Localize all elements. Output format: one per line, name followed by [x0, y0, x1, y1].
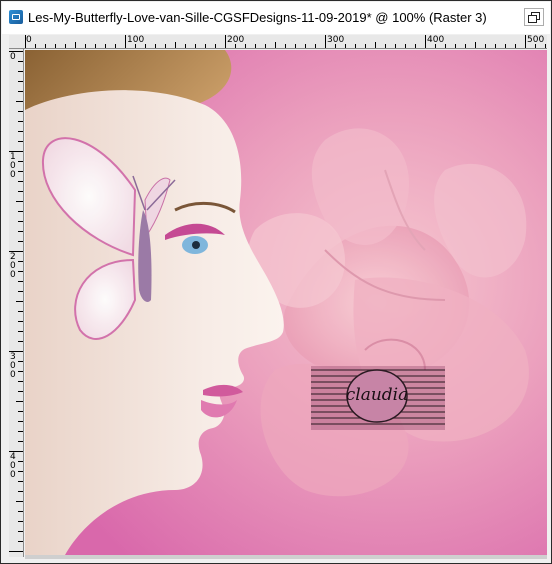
- horizontal-ruler: 0 100 200 300 400 500: [9, 35, 547, 49]
- h-ruler-label: 300: [327, 35, 345, 45]
- restore-button[interactable]: [524, 8, 544, 26]
- v-ruler-label: 400: [10, 452, 16, 480]
- h-ruler-label: 100: [127, 35, 145, 45]
- v-ruler-label: 100: [10, 152, 16, 180]
- watermark: claudia: [311, 366, 445, 430]
- title-bar[interactable]: Les-My-Butterfly-Love-van-Sille-CGSFDesi…: [2, 2, 550, 34]
- canvas-bottom-border: [25, 555, 547, 559]
- h-ruler-label: 0: [26, 35, 32, 45]
- image-window: Les-My-Butterfly-Love-van-Sille-CGSFDesi…: [0, 0, 552, 564]
- window-title: Les-My-Butterfly-Love-van-Sille-CGSFDesi…: [28, 10, 487, 25]
- v-ruler-label: 200: [10, 252, 16, 280]
- horizontal-ruler-ticks: [25, 35, 546, 48]
- h-ruler-label: 400: [427, 35, 445, 45]
- v-ruler-label: 300: [10, 352, 16, 380]
- app-icon: [9, 10, 23, 24]
- artwork: claudia: [25, 50, 547, 555]
- h-ruler-label: 200: [227, 35, 245, 45]
- h-ruler-label: 500: [527, 35, 545, 45]
- watermark-text: claudia: [346, 385, 409, 405]
- vertical-ruler-ticks: [9, 51, 23, 552]
- image-canvas[interactable]: claudia: [25, 50, 547, 555]
- v-ruler-label: 0: [10, 52, 16, 62]
- vertical-ruler: 0 100 200 300 400: [9, 49, 24, 557]
